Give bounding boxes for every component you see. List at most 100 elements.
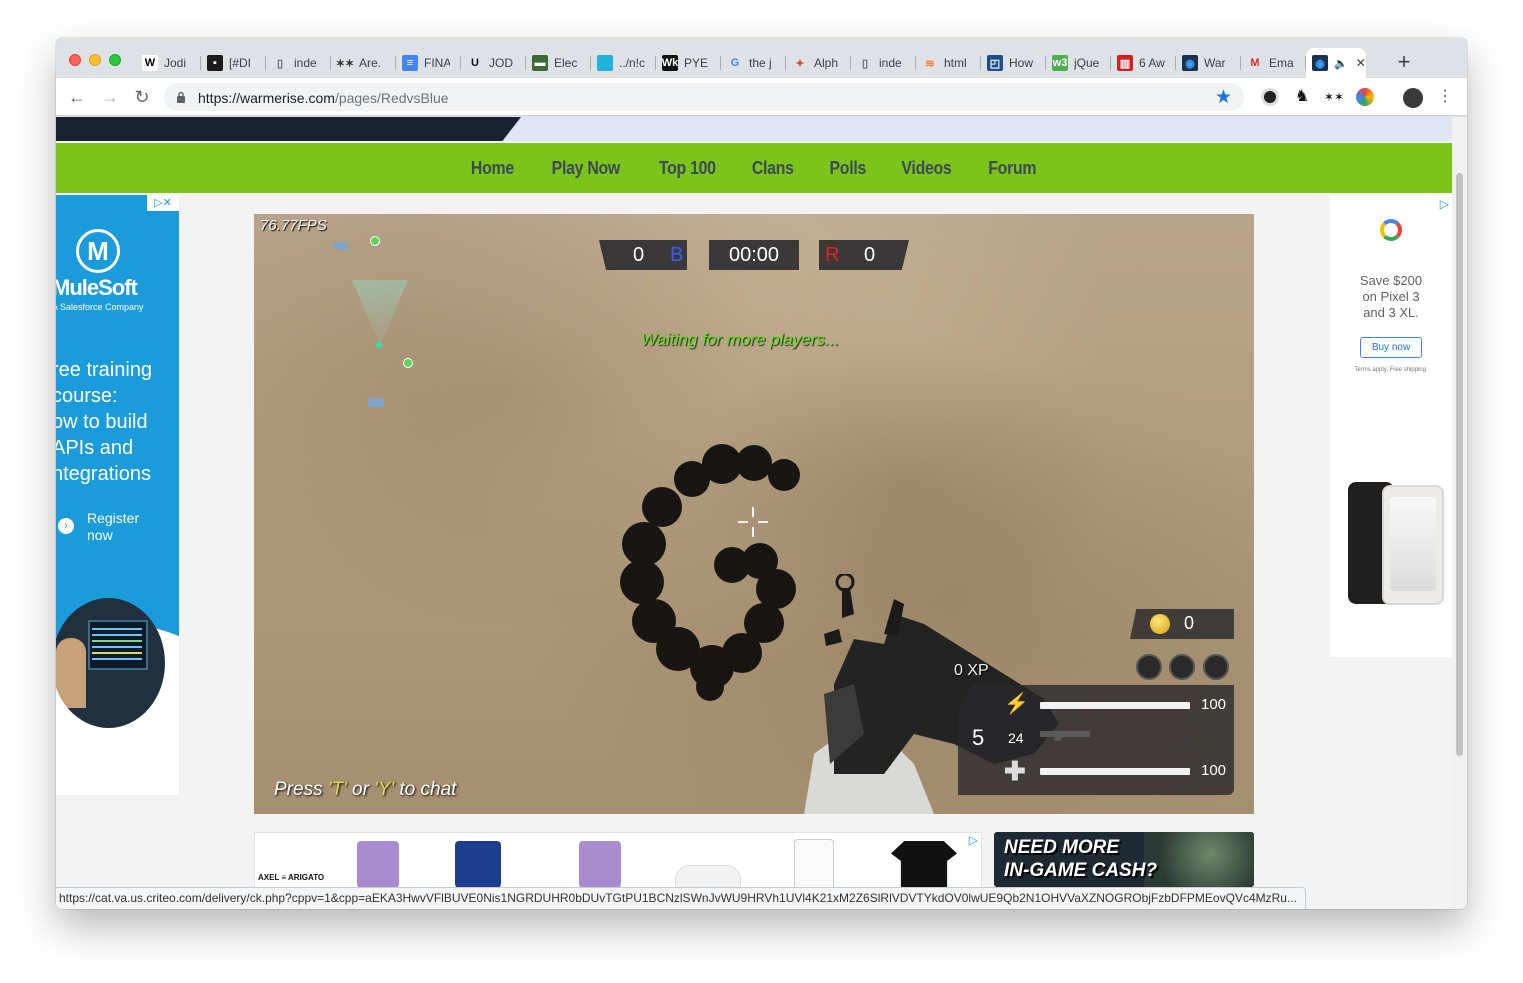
ad-line: IN-GAME CASH? <box>1004 860 1158 881</box>
nav-link-polls[interactable]: Polls <box>829 158 866 179</box>
tab-title: html <box>944 56 967 70</box>
tab-title: jQue <box>1074 56 1100 70</box>
ad-choices-icon[interactable]: ▷ <box>1440 197 1449 211</box>
ad-headline-line: APIs and <box>56 437 134 459</box>
extension-circle-icon[interactable] <box>1261 88 1279 106</box>
nav-link-play-now[interactable]: Play Now <box>552 158 621 179</box>
file-icon: ▯ <box>276 57 284 70</box>
nav-link-top-100[interactable]: Top 100 <box>659 158 716 179</box>
tab[interactable]: Gthe j <box>721 48 786 78</box>
nav-link-forum[interactable]: Forum <box>989 158 1037 179</box>
minimap-vision-cone <box>352 280 408 346</box>
election-icon: ▬ <box>532 55 548 71</box>
tab[interactable]: ◰ How <box>981 48 1046 78</box>
new-tab-button[interactable]: + <box>1394 50 1414 74</box>
blue-team-label: B <box>670 244 684 266</box>
gmail-icon: M <box>1250 57 1260 69</box>
ad-cta[interactable]: Register now <box>87 510 139 544</box>
tab[interactable]: ≡ FINA <box>396 48 461 78</box>
tab-close-icon[interactable]: ✕ <box>1356 56 1366 70</box>
tab[interactable]: ▪ [#DI <box>201 48 266 78</box>
ad-cta-arrow-icon[interactable]: › <box>58 518 74 534</box>
ad-brand: AXEL ≡ ARIGATO <box>258 873 325 882</box>
tab[interactable]: U JOD <box>461 48 526 78</box>
extension-stars-icon[interactable]: ✶✶ <box>1324 88 1344 106</box>
tab[interactable]: ✶✶ Are. <box>331 48 396 78</box>
bookmark-star-icon[interactable]: ★ <box>1215 86 1232 109</box>
menu-kebab-icon[interactable]: ⋮ <box>1436 88 1454 106</box>
warmerise-icon: ◉ <box>1182 55 1198 71</box>
health-bar <box>1040 768 1190 775</box>
tab[interactable]: w3 jQue <box>1046 48 1111 78</box>
scrollbar-thumb[interactable] <box>1456 173 1463 756</box>
forward-button[interactable]: → <box>99 86 121 108</box>
nav-link-home[interactable]: Home <box>471 158 514 179</box>
ammo-reserve: 24 <box>1008 730 1024 746</box>
red-team-score-box: R 0 <box>819 240 909 270</box>
ad-offer-line: on Pixel 3 <box>1362 289 1420 304</box>
close-window-button[interactable] <box>69 54 81 66</box>
ad-cta-line: Register <box>87 510 140 526</box>
tab[interactable]: ▥ 6 Aw <box>1111 48 1176 78</box>
tab[interactable]: ▯ inde <box>266 48 331 78</box>
grenade-slot-icon <box>1169 654 1195 680</box>
status-panel: ⚡ 100 5 24 ✚ 100 <box>958 685 1234 795</box>
tab[interactable]: ../n!c <box>591 48 656 78</box>
nav-link-videos[interactable]: Videos <box>902 158 952 179</box>
tab[interactable]: ✦ Alph <box>786 48 851 78</box>
left-ad-mulesoft[interactable]: ▷✕ M MuleSoft A Salesforce Company ree t… <box>56 195 179 795</box>
speaker-icon[interactable]: 🔈 <box>1334 57 1348 70</box>
extension-color-icon[interactable] <box>1356 88 1374 106</box>
tab[interactable]: Wk PYE <box>656 48 721 78</box>
minimap-vehicle-icon <box>368 398 384 407</box>
ad-choices-icon[interactable]: ▷✕ <box>147 195 179 211</box>
minimize-window-button[interactable] <box>89 54 101 66</box>
ad-offer-line: and 3 XL. <box>1363 305 1419 320</box>
product-socks-image <box>455 841 501 891</box>
page-scrollbar[interactable] <box>1452 117 1467 909</box>
blue-team-score-box: 0 B <box>599 240 687 270</box>
tab[interactable]: M Ema <box>1241 48 1306 78</box>
tab-title: [#DI <box>229 56 252 70</box>
address-bar[interactable]: https://warmerise.com/pages/RedvsBlue ★ <box>164 83 1244 111</box>
link-status-bar: https://cat.va.us.criteo.com/delivery/ck… <box>56 887 1306 909</box>
page-viewport: Home Play Now Top 100 Clans Polls Videos Forum… <box>56 117 1467 909</box>
tab-active[interactable]: ◉ 🔈 ✕ <box>1306 48 1366 78</box>
product-bottle-image <box>794 839 834 891</box>
tab[interactable]: ≋ html <box>916 48 981 78</box>
tab[interactable]: ▯ inde <box>851 48 916 78</box>
bottom-ad-game-cash[interactable]: NEED MORE IN-GAME CASH? <box>994 832 1254 887</box>
lock-icon <box>177 91 185 103</box>
blue-score: 0 <box>633 244 645 266</box>
tab[interactable]: ▬ Elec <box>526 48 591 78</box>
coin-count: 0 <box>1184 613 1195 633</box>
nav-link-clans[interactable]: Clans <box>752 158 794 179</box>
slack-icon: ▪ <box>207 55 223 71</box>
weapon-smg-icon <box>1040 731 1090 741</box>
ammo-clip: 5 <box>972 725 985 750</box>
back-button[interactable]: ← <box>66 86 88 108</box>
browser-toolbar: ← → ↻ https://warmerise.com/pages/RedvsB… <box>56 78 1467 116</box>
ad-offer-text: Save $200 on Pixel 3 and 3 XL. <box>1330 273 1452 321</box>
maximize-window-button[interactable] <box>109 54 121 66</box>
tab-title: the j <box>749 56 772 70</box>
reload-button[interactable]: ↻ <box>131 86 153 108</box>
tab[interactable]: W Jodi <box>136 48 201 78</box>
waiting-message: Waiting for more players... <box>641 330 840 349</box>
game-canvas[interactable]: 76.77FPS 0 B 00:00 R 0 Waiting for more … <box>254 214 1254 814</box>
red-book-icon: ▥ <box>1117 55 1133 71</box>
minimap-health-pickup-icon <box>403 358 413 368</box>
ad-choices-icon[interactable]: ▷ <box>969 833 978 847</box>
browser-window: W Jodi ▪ [#DI ▯ inde ✶✶ Are. ≡ FINA U JOD ▬ Elec ../n!… <box>56 38 1467 909</box>
fps-counter: 76.77FPS <box>260 217 327 234</box>
right-ad-google-pixel[interactable]: ▷ Save $200 on Pixel 3 and 3 XL. Buy now T… <box>1330 195 1452 657</box>
extension-figure-icon[interactable]: ♞ <box>1293 88 1311 106</box>
profile-avatar[interactable] <box>1403 88 1423 108</box>
site-header-strip <box>56 117 1452 141</box>
warmerise-icon: ◉ <box>1312 55 1328 71</box>
bottom-ad-axel-arigato[interactable]: ▷ AXEL ≡ ARIGATO <box>254 832 982 892</box>
pixel-phone-image <box>1382 485 1444 605</box>
buy-now-button[interactable]: Buy now <box>1360 337 1422 358</box>
ad-line: NEED MORE <box>1004 837 1120 858</box>
tab[interactable]: ◉ War <box>1176 48 1241 78</box>
